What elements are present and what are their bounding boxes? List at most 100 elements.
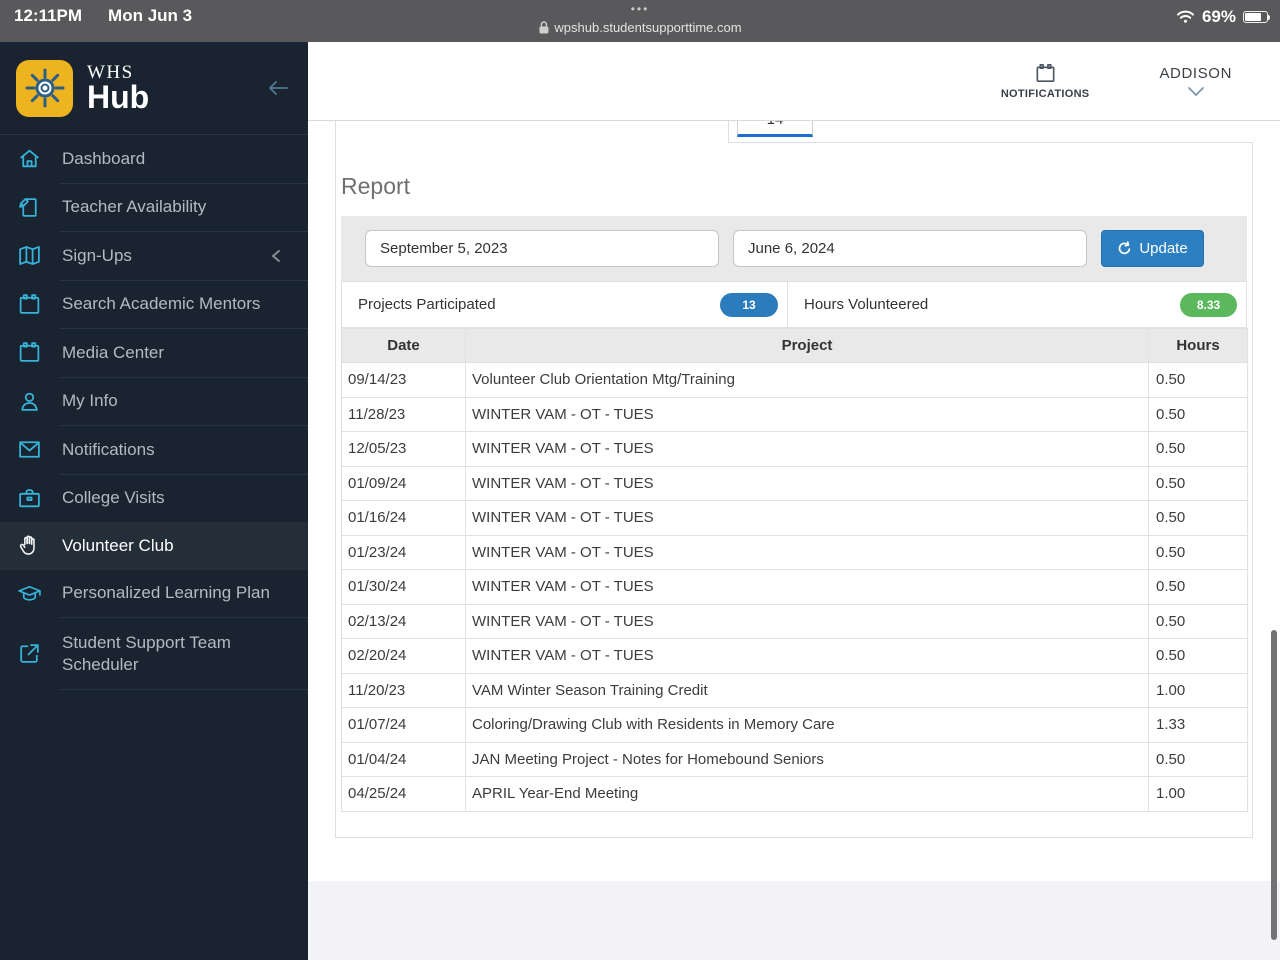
sidebar-item-label: Notifications [62,439,155,459]
sidebar-item-label: Sign-Ups [62,245,132,265]
calendar-day-cell[interactable]: 14 [737,121,813,137]
content-area: 14 Report Update Projects Participated [308,121,1280,881]
status-date: Mon Jun 3 [108,6,193,25]
sidebar-item-label: Personalized Learning Plan [62,583,270,603]
hours-volunteered-stat: Hours Volunteered 8.33 [788,281,1247,328]
sidebar-item-label: Media Center [62,342,165,362]
sidebar-item-teacher-availability[interactable]: Teacher Availability [0,184,308,232]
cell-hours: 0.50 [1148,534,1248,570]
sidebar-item-my-info[interactable]: My Info [0,378,308,426]
table-header-row: Date Project Hours [341,328,1248,363]
cell-project: WINTER VAM - OT - TUES [465,396,1149,432]
stat-label: Projects Participated [358,296,496,313]
cell-project: VAM Winter Season Training Credit [465,672,1149,708]
hand-icon [16,533,43,558]
cell-project: JAN Meeting Project - Notes for Homeboun… [465,741,1149,777]
cell-date: 01/23/24 [341,534,466,570]
cell-project: Coloring/Drawing Club with Residents in … [465,707,1149,743]
sidebar: WHS Hub Dashboard Teacher Availability S… [0,42,308,960]
projects-participated-stat: Projects Participated 13 [341,281,788,328]
cell-date: 02/13/24 [341,603,466,639]
update-button[interactable]: Update [1101,230,1204,267]
end-date-input[interactable] [733,230,1087,267]
cell-hours: 0.50 [1148,500,1248,536]
cell-project: APRIL Year-End Meeting [465,776,1149,812]
volunteer-report-table: Date Project Hours 09/14/23 Volunteer Clu… [341,328,1248,812]
cell-hours: 0.50 [1148,638,1248,674]
vertical-scrollbar[interactable] [1271,630,1277,940]
document-pencil-icon [16,195,43,220]
address-bar[interactable]: wpshub.studentsupporttime.com [538,20,742,35]
sidebar-item-search-academic-mentors[interactable]: Search Academic Mentors [0,281,308,329]
chevron-down-icon [1186,86,1206,97]
sidebar-item-college-visits[interactable]: College Visits [0,475,308,523]
sidebar-item-label: Student Support Team Scheduler [62,632,231,674]
cell-project: WINTER VAM - OT - TUES [465,569,1149,605]
cell-date: 04/25/24 [341,776,466,812]
cell-hours: 0.50 [1148,465,1248,501]
sidebar-item-media-center[interactable]: Media Center [0,329,308,377]
chevron-left-icon [270,247,282,265]
cell-hours: 0.50 [1148,431,1248,467]
cell-project: WINTER VAM - OT - TUES [465,465,1149,501]
calendar-icon [16,292,43,317]
sidebar-item-label: My Info [62,391,118,411]
notifications-label: NOTIFICATIONS [1000,88,1090,100]
cell-date: 01/30/24 [341,569,466,605]
divider [60,689,308,690]
refresh-icon [1117,241,1132,256]
cell-date: 11/20/23 [341,672,466,708]
table-row: 01/23/24 WINTER VAM - OT - TUES 0.50 [341,534,1248,570]
cell-date: 01/09/24 [341,465,466,501]
sidebar-item-sign-ups[interactable]: Sign-Ups [0,232,308,280]
wifi-icon [1176,10,1195,24]
brand: WHS Hub [87,63,149,113]
table-row: 02/13/24 WINTER VAM - OT - TUES 0.50 [341,603,1248,639]
cell-date: 09/14/23 [341,362,466,398]
column-header-hours: Hours [1148,328,1248,363]
notifications-button[interactable]: NOTIFICATIONS [1001,62,1090,100]
sidebar-item-student-support-team-scheduler[interactable]: Student Support Team Scheduler [0,618,308,689]
table-row: 01/07/24 Coloring/Drawing Club with Resid… [341,707,1248,743]
column-header-date: Date [341,328,466,363]
home-icon [16,146,43,171]
cell-project: Volunteer Club Orientation Mtg/Training [465,362,1149,398]
battery-icon [1243,11,1270,23]
cell-hours: 0.50 [1148,741,1248,777]
update-label: Update [1139,240,1188,257]
hours-count-badge: 8.33 [1180,292,1237,317]
sidebar-item-label: Teacher Availability [62,197,207,217]
cell-project: WINTER VAM - OT - TUES [465,638,1149,674]
table-row: 04/25/24 APRIL Year-End Meeting 1.00 [341,776,1248,812]
start-date-input[interactable] [365,230,719,267]
sidebar-nav: Dashboard Teacher Availability Sign-Ups [0,135,308,960]
cell-project: WINTER VAM - OT - TUES [465,431,1149,467]
user-menu[interactable]: ADDISON [1159,65,1232,97]
sidebar-collapse-arrow-icon[interactable] [264,78,290,98]
table-row: 09/14/23 Volunteer Club Orientation Mtg/T… [341,362,1248,398]
table-row: 01/30/24 WINTER VAM - OT - TUES 0.50 [341,569,1248,605]
report-title: Report [341,173,411,199]
sidebar-item-label: College Visits [62,488,165,508]
projects-count-badge: 13 [720,292,778,317]
sidebar-item-dashboard[interactable]: Dashboard [0,135,308,183]
table-row: 01/04/24 JAN Meeting Project - Notes for … [341,741,1248,777]
tab-dots[interactable]: ••• [631,3,650,15]
briefcase-icon [16,486,43,511]
stat-label: Hours Volunteered [804,296,929,313]
sidebar-header: WHS Hub [0,42,308,135]
cell-project: WINTER VAM - OT - TUES [465,534,1149,570]
envelope-icon [16,437,43,462]
sidebar-item-volunteer-club[interactable]: Volunteer Club [0,522,308,570]
sidebar-item-personalized-learning-plan[interactable]: Personalized Learning Plan [0,570,308,618]
status-time: 12:11PM [14,6,83,25]
cell-date: 02/20/24 [341,638,466,674]
cell-project: WINTER VAM - OT - TUES [465,603,1149,639]
lock-icon [538,21,549,34]
whs-hub-logo[interactable] [16,59,73,117]
top-header: NOTIFICATIONS ADDISON [308,42,1280,121]
sidebar-item-label: Volunteer Club [62,535,174,555]
external-link-icon [16,641,43,666]
sidebar-item-notifications[interactable]: Notifications [0,426,308,474]
page: 12:11PM Mon Jun 3 ••• wpshub.studentsupp… [0,0,1280,960]
